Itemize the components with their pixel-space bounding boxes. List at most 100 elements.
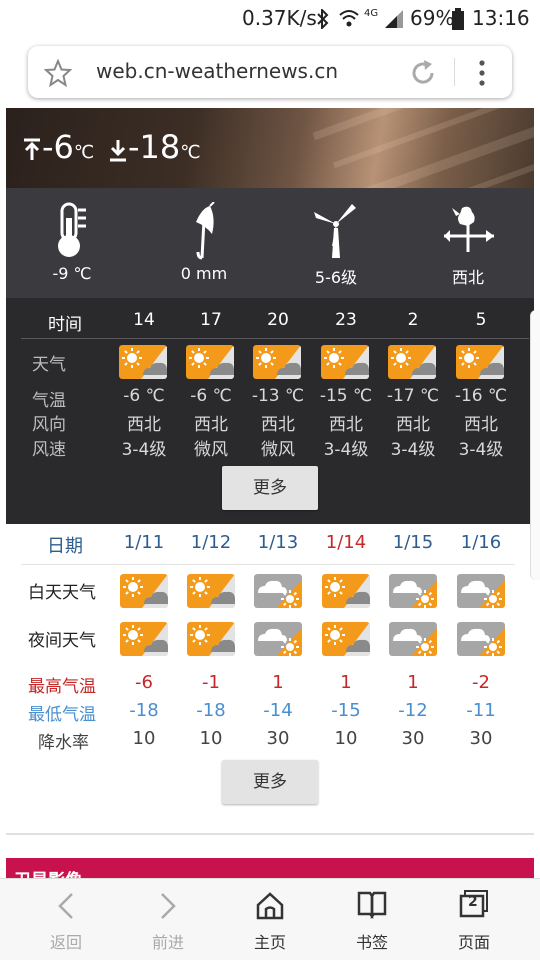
hourly-temp: -16 ℃: [454, 386, 508, 406]
hourly-time-header: 时间: [48, 315, 82, 335]
hero-low-temp: -18℃: [128, 128, 201, 166]
hourly-wind-dir: 西北: [194, 415, 228, 435]
row-label-temp: 气温: [32, 391, 66, 411]
sunny-cloudy-weather-icon: [322, 574, 370, 608]
hero-banner: -6℃ -18℃: [6, 108, 534, 188]
bookmark-star-icon[interactable]: [44, 59, 72, 87]
hourly-wind-speed: 3-4级: [390, 440, 436, 460]
daily-divider: [21, 564, 515, 565]
daily-high: -1: [202, 672, 220, 693]
hourly-temp: -6 ℃: [190, 386, 232, 406]
sunny-cloudy-weather-icon: [187, 622, 235, 656]
hourly-wind-speed: 3-4级: [458, 440, 504, 460]
daily-high: 1: [340, 672, 352, 693]
hourly-temp: -13 ℃: [251, 386, 305, 406]
daily-more-button[interactable]: 更多: [222, 760, 318, 804]
row-label-wind-dir: 风向: [32, 415, 66, 435]
rain-label: 降水率: [38, 733, 89, 753]
menu-kebab-icon[interactable]: [474, 58, 490, 88]
address-bar[interactable]: web.cn-weathernews.cn: [28, 46, 512, 98]
reload-icon[interactable]: [408, 58, 438, 88]
daily-rain: 10: [132, 728, 156, 749]
sunny-cloudy-weather-icon: [456, 345, 504, 379]
current-rain: 0 mm: [138, 188, 270, 298]
nav-tabs-label: 页面: [457, 933, 490, 952]
cloudy-sunny-weather-icon: [457, 622, 505, 656]
wifi-icon: [339, 10, 359, 27]
daily-rain: 30: [266, 728, 290, 749]
scrollbar-handle[interactable]: [530, 310, 540, 580]
sunny-cloudy-weather-icon: [187, 574, 235, 608]
nav-home[interactable]: 主页: [220, 879, 320, 961]
hourly-wind-dir: 西北: [127, 415, 161, 435]
daily-low: -14: [263, 700, 293, 721]
weathervane-icon: [444, 206, 494, 252]
sunny-cloudy-weather-icon: [388, 345, 436, 379]
url-divider: [454, 58, 455, 86]
high-temp-arrow-icon: [24, 138, 40, 160]
hourly-wind-speed: 微风: [194, 440, 228, 460]
hourly-divider: [21, 338, 529, 339]
daily-forecast: 日期 1/11 1/12 1/13 1/14 1/15 1/16 白天天气 夜间…: [6, 524, 534, 824]
hourly-temp: -17 ℃: [386, 386, 440, 406]
battery-icon: [452, 8, 464, 30]
nav-back-label: 返回: [49, 933, 82, 952]
daily-high: -2: [472, 672, 490, 693]
daily-date-header: 日期: [47, 536, 83, 557]
hourly-wind-speed: 微风: [261, 440, 295, 460]
thermometer-icon: [58, 202, 86, 257]
current-conditions: -9 ℃ 0 mm 5-6级 西北: [6, 188, 534, 298]
hourly-wind-dir: 西北: [329, 415, 363, 435]
hour-column-header: 14: [133, 310, 155, 330]
hero-high-temp: -6℃: [42, 128, 95, 166]
tab-count: 2: [468, 894, 478, 910]
daily-date: 1/15: [392, 532, 434, 553]
daily-low: -15: [331, 700, 361, 721]
current-temp: -9 ℃: [6, 188, 138, 298]
current-rain-label: 0 mm: [180, 264, 228, 283]
hourly-wind-dir: 西北: [464, 415, 498, 435]
daily-date: 1/13: [257, 532, 299, 553]
cloudy-sunny-weather-icon: [254, 622, 302, 656]
bottom-nav: 返回 前进 主页 书签 2 页面: [0, 878, 540, 960]
daily-rain: 10: [334, 728, 358, 749]
hourly-forecast: 时间 14 17 20 23 2 5 天气 气温 风向 风速 -6 ℃ -6 ℃…: [6, 298, 534, 524]
url-text[interactable]: web.cn-weathernews.cn: [96, 59, 338, 83]
current-wind-speed: 5-6级: [270, 188, 402, 298]
daily-date-highlight: 1/14: [325, 532, 367, 553]
nav-bookmarks[interactable]: 书签: [322, 879, 422, 961]
cloudy-sunny-weather-icon: [389, 622, 437, 656]
hour-column-header: 17: [200, 310, 222, 330]
hourly-wind-speed: 3-4级: [323, 440, 369, 460]
row-label-wind-speed: 风速: [32, 440, 66, 460]
high-temp-label: 最高气温: [28, 677, 96, 697]
low-temp-arrow-icon: [110, 140, 126, 162]
nav-forward-label: 前进: [151, 933, 184, 952]
nav-tabs[interactable]: 2 页面: [424, 879, 524, 961]
daily-date: 1/11: [123, 532, 165, 553]
current-temp-label: -9 ℃: [52, 264, 92, 283]
nav-back[interactable]: 返回: [16, 879, 116, 961]
forward-icon: [161, 893, 176, 919]
sunny-cloudy-weather-icon: [322, 622, 370, 656]
status-bar: 0.37K/s 4G 69% 13:16: [0, 0, 540, 38]
daily-date: 1/12: [190, 532, 232, 553]
hourly-wind-dir: 西北: [261, 415, 295, 435]
nav-bookmarks-label: 书签: [355, 933, 388, 952]
bluetooth-icon: [317, 9, 329, 29]
home-icon: [256, 892, 284, 920]
daily-low: -18: [196, 700, 226, 721]
sunny-cloudy-weather-icon: [120, 622, 168, 656]
signal-icon: [385, 10, 403, 28]
cloudy-sunny-weather-icon: [389, 574, 437, 608]
sunny-cloudy-weather-icon: [253, 345, 301, 379]
day-weather-label: 白天天气: [28, 583, 96, 603]
hour-column-header: 2: [407, 310, 419, 330]
current-wind-speed-label: 5-6级: [314, 268, 358, 287]
cloudy-sunny-weather-icon: [457, 574, 505, 608]
nav-forward[interactable]: 前进: [118, 879, 218, 961]
hourly-more-button[interactable]: 更多: [222, 466, 318, 510]
sunny-cloudy-weather-icon: [120, 574, 168, 608]
daily-rain: 30: [401, 728, 425, 749]
hour-column-header: 23: [335, 310, 357, 330]
